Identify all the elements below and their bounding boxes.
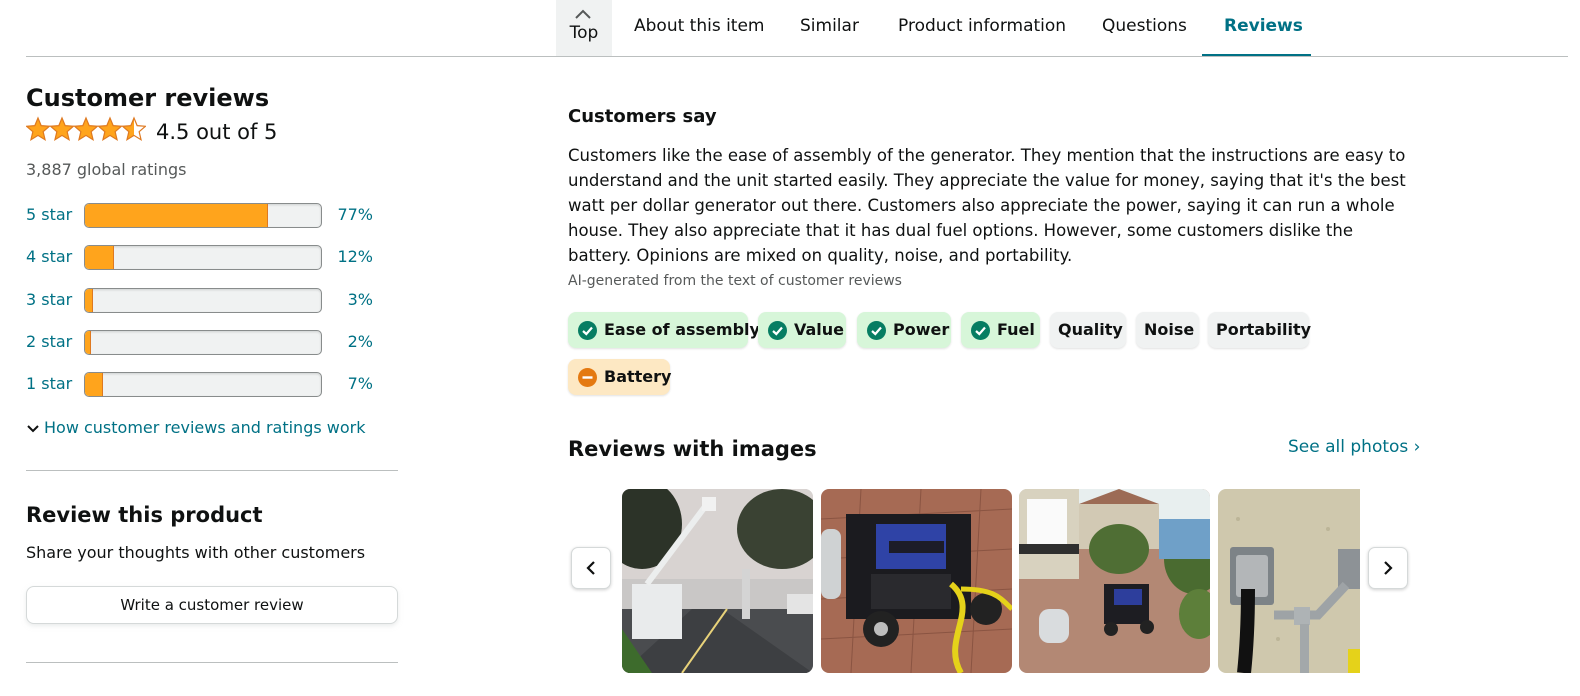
section-divider: [26, 470, 398, 471]
chip-label: Battery: [604, 367, 672, 386]
star-4: [97, 116, 123, 141]
review-photo-outlet[interactable]: [1218, 489, 1360, 673]
check-circle-icon: [578, 321, 597, 340]
histogram-bar-fill: [85, 246, 115, 269]
star-5: [121, 116, 146, 141]
ai-generated-note: AI-generated from the text of customer r…: [568, 273, 902, 289]
tab-reviews[interactable]: Reviews: [1224, 16, 1303, 36]
chevron-up-icon: [575, 9, 591, 19]
customer-reviews-heading: Customer reviews: [26, 84, 270, 112]
tab-product-information[interactable]: Product information: [898, 16, 1066, 36]
histogram-bar[interactable]: [84, 330, 322, 355]
histogram-percent[interactable]: 3%: [348, 290, 373, 309]
histogram-bar[interactable]: [84, 372, 322, 397]
nav-divider: [26, 56, 1568, 57]
outlet-on-wall-photo: [1218, 489, 1360, 673]
chip-power[interactable]: Power: [857, 312, 951, 348]
section-divider: [26, 662, 398, 663]
chip-portability[interactable]: Portability: [1208, 312, 1312, 348]
check-circle-icon: [867, 321, 886, 340]
back-to-top-button[interactable]: Top: [556, 0, 612, 56]
global-ratings-count: 3,887 global ratings: [26, 160, 187, 179]
histogram-label[interactable]: 5 star: [26, 205, 72, 224]
chip-label: Power: [893, 320, 950, 339]
generator-with-propane-tank-photo: [1019, 489, 1210, 673]
reviews-with-images-heading: Reviews with images: [568, 437, 817, 461]
chip-ease-of-assembly[interactable]: Ease of assembly: [568, 312, 760, 348]
see-all-photos-link[interactable]: See all photos ›: [1288, 437, 1420, 457]
review-photo-bucket-trucks[interactable]: [622, 489, 813, 673]
generator-on-pavers-photo: [821, 489, 1012, 673]
review-this-product-heading: Review this product: [26, 503, 263, 527]
chip-fuel[interactable]: Fuel: [961, 312, 1040, 348]
carousel-next-button[interactable]: [1368, 547, 1408, 589]
histogram-label[interactable]: 4 star: [26, 247, 72, 266]
check-circle-icon: [971, 321, 990, 340]
star-1: [26, 116, 51, 141]
review-photo-generator-pavers[interactable]: [821, 489, 1012, 673]
tab-similar[interactable]: Similar: [800, 16, 859, 36]
product-section-nav: Top About this item Similar Product info…: [0, 0, 1580, 57]
share-thoughts-text: Share your thoughts with other customers: [26, 543, 366, 562]
histogram-bar[interactable]: [84, 288, 322, 313]
minus-circle-icon: [578, 368, 597, 387]
histogram-bar-fill: [85, 331, 91, 354]
histogram-row-3-star[interactable]: 3 star 3%: [26, 288, 386, 314]
histogram-percent[interactable]: 7%: [348, 374, 373, 393]
chip-noise[interactable]: Noise: [1136, 312, 1199, 348]
histogram-label[interactable]: 3 star: [26, 290, 72, 309]
star-3: [73, 116, 99, 141]
histogram-bar-fill: [85, 289, 94, 312]
review-photo-generator-propane[interactable]: [1019, 489, 1210, 673]
chip-value[interactable]: Value: [758, 312, 846, 348]
histogram-percent[interactable]: 2%: [348, 332, 373, 351]
chip-label: Fuel: [997, 320, 1035, 339]
histogram-row-1-star[interactable]: 1 star 7%: [26, 372, 386, 398]
carousel-prev-button[interactable]: [571, 547, 611, 589]
histogram-percent[interactable]: 12%: [337, 247, 373, 266]
histogram-bar[interactable]: [84, 203, 322, 228]
chevron-left-icon: [586, 561, 595, 575]
rating-stars-icon[interactable]: [26, 116, 146, 144]
histogram-bar-fill: [85, 204, 268, 227]
chip-quality[interactable]: Quality: [1050, 312, 1126, 348]
chip-battery[interactable]: Battery: [568, 359, 672, 395]
histogram-bar[interactable]: [84, 245, 322, 270]
histogram-label[interactable]: 1 star: [26, 374, 72, 393]
chip-label: Ease of assembly: [604, 320, 760, 339]
chevron-down-icon: [27, 424, 39, 432]
chip-label: Noise: [1144, 320, 1195, 339]
chip-label: Portability: [1216, 320, 1312, 339]
histogram-bar-fill: [85, 373, 103, 396]
chevron-right-icon: [1384, 561, 1393, 575]
customers-say-summary: Customers like the ease of assembly of t…: [568, 146, 1406, 265]
how-reviews-work-link[interactable]: How customer reviews and ratings work: [26, 418, 365, 437]
histogram-row-2-star[interactable]: 2 star 2%: [26, 330, 386, 356]
average-rating: 4.5 out of 5: [156, 120, 278, 144]
star-2: [49, 116, 75, 141]
histogram-row-5-star[interactable]: 5 star 77%: [26, 203, 386, 229]
tab-about-this-item[interactable]: About this item: [634, 16, 765, 36]
histogram-row-4-star[interactable]: 4 star 12%: [26, 245, 386, 271]
write-review-button[interactable]: Write a customer review: [26, 586, 398, 624]
chip-label: Quality: [1058, 320, 1123, 339]
customers-say-heading: Customers say: [568, 106, 717, 127]
top-label: Top: [569, 23, 599, 43]
how-reviews-work-text[interactable]: How customer reviews and ratings work: [44, 418, 365, 437]
utility-bucket-trucks-photo: [622, 489, 813, 673]
histogram-percent[interactable]: 77%: [337, 205, 373, 224]
check-circle-icon: [768, 321, 787, 340]
histogram-label[interactable]: 2 star: [26, 332, 72, 351]
tab-questions[interactable]: Questions: [1102, 16, 1187, 36]
chip-label: Value: [794, 320, 845, 339]
